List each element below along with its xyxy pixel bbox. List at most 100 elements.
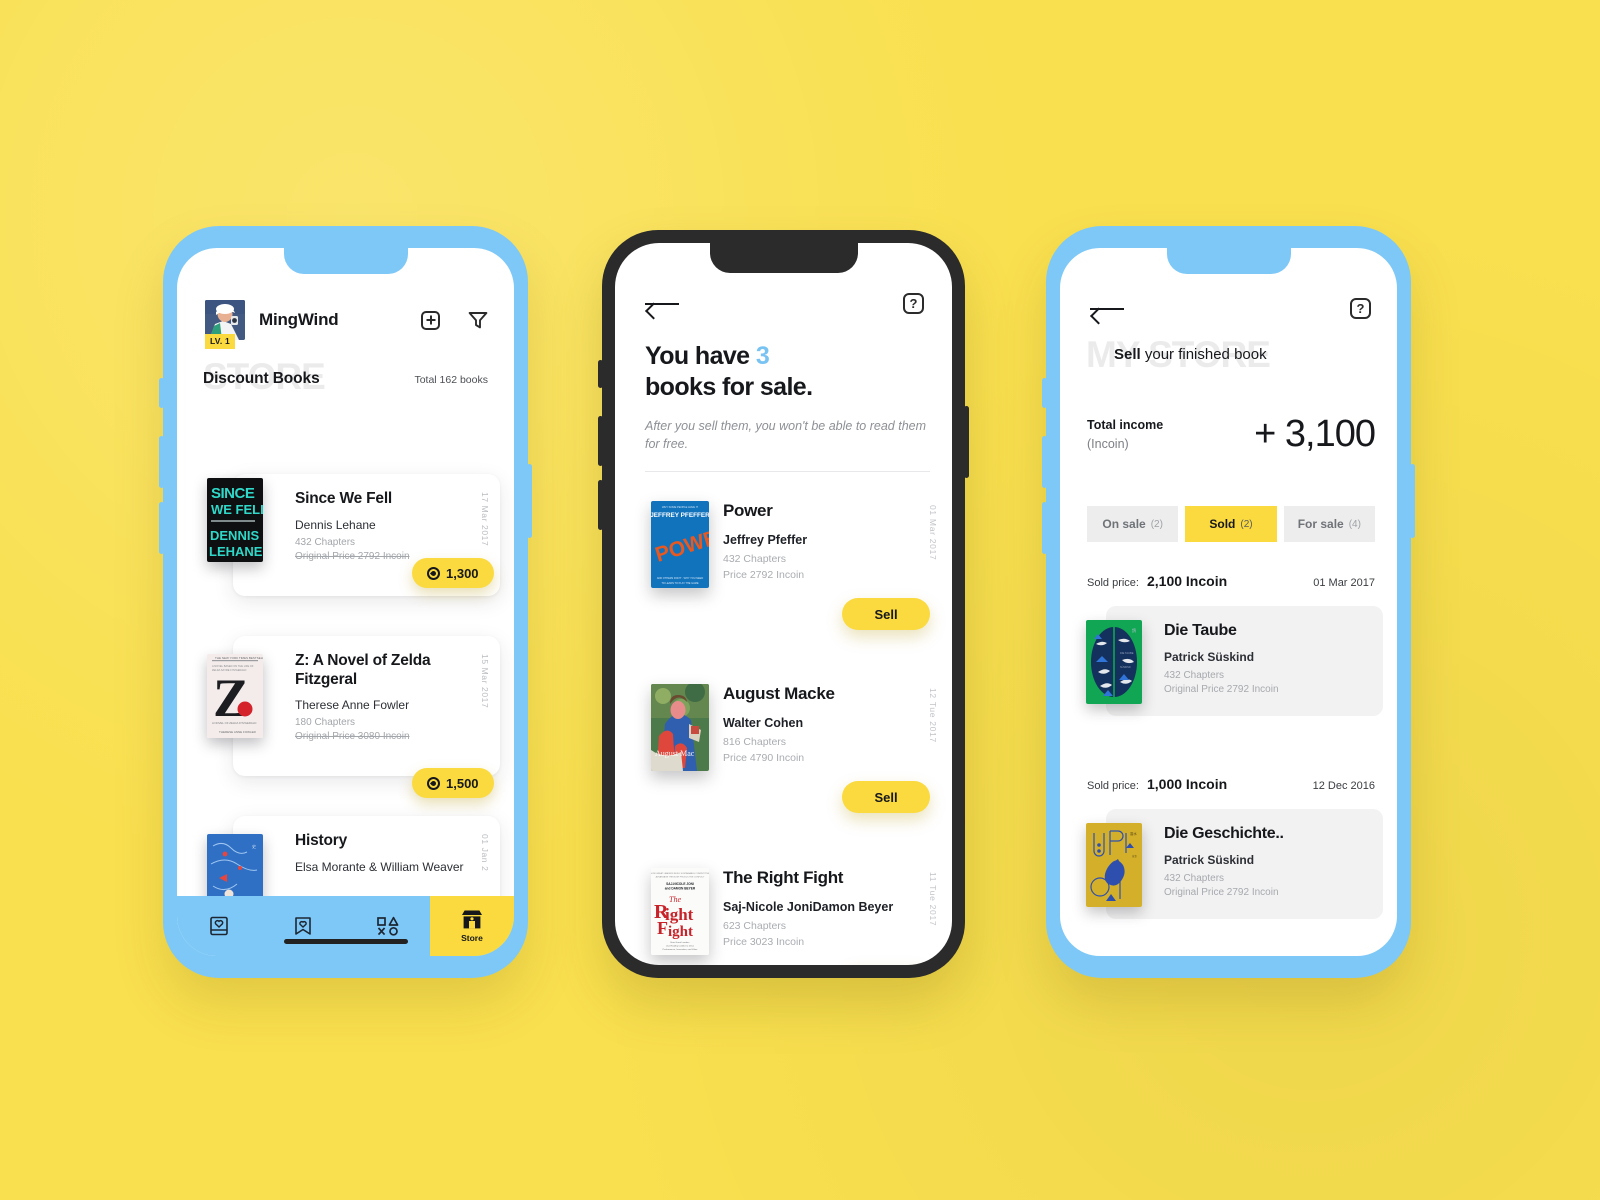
store-user-block[interactable]: LV. 1 MingWind — [205, 300, 339, 349]
book-info: August Macke Walter Cohen 816 Chapters P… — [723, 684, 952, 764]
income-label-text: Total income — [1087, 418, 1164, 433]
plus-square-icon[interactable] — [421, 310, 440, 330]
list-item[interactable]: August Mac August Macke Walter Cohen 816… — [615, 684, 952, 813]
book-info: Die Taube Patrick Süskind 432 Chapters O… — [1106, 606, 1383, 711]
table-row[interactable]: Z: A Novel of Zelda Fitzgeral Therese An… — [233, 636, 500, 776]
table-row[interactable]: 鸽 DIE TAUBE SÜSKIND Die Taube Patrick Sü… — [1086, 606, 1383, 716]
sold-price-amount: 2,100 Incoin — [1146, 573, 1228, 589]
page-title-count: 3 — [755, 342, 770, 370]
phone3-mute-button[interactable] — [1042, 378, 1047, 408]
book-chapters: 432 Chapters — [723, 553, 787, 565]
sidebar-item-library[interactable] — [177, 896, 261, 956]
svg-text:The: The — [669, 895, 681, 904]
book-cover: WHY SOME PEOPLE HAVE IT JEFFREY PFEFFER … — [651, 501, 709, 588]
svg-text:THE NEW YORK TIMES BESTSELLER: THE NEW YORK TIMES BESTSELLER — [215, 656, 263, 660]
book-author: Therese Anne Fowler — [295, 698, 410, 713]
cover-since-we-fell: SINCE WE FELL DENNIS LEHANE — [207, 478, 263, 562]
phone2-mute-button[interactable] — [598, 360, 603, 388]
book-cover: 鸽 DIE TAUBE SÜSKIND — [1086, 620, 1142, 704]
svg-text:How Great Leaders: How Great Leaders — [671, 941, 691, 944]
book-original-price: Original Price 2792 Incoin — [1164, 887, 1279, 898]
page-title-bold: Sell — [1114, 346, 1141, 363]
svg-text:Z: Z — [213, 668, 249, 728]
book-date: 15 Mar 2017 — [480, 654, 490, 709]
book-date: 01 Mar 2017 — [928, 505, 938, 561]
total-income-label: Total income (Incoin) — [1087, 416, 1163, 452]
bottom-tab-bar: Store — [177, 896, 514, 956]
tab-label: For sale — [1297, 517, 1344, 531]
cover-power: WHY SOME PEOPLE HAVE IT JEFFREY PFEFFER … — [651, 501, 709, 588]
svg-text:SAJ-NICOLE JONI: SAJ-NICOLE JONI — [666, 882, 694, 886]
sidebar-item-store[interactable]: Store — [429, 896, 514, 956]
question-mark-icon[interactable]: ? — [903, 293, 924, 314]
cover-august-macke: August Mac — [651, 684, 709, 771]
table-row[interactable]: 香水 故事 Die Geschichte.. Patrick Süskind 4… — [1086, 809, 1383, 919]
svg-text:F: F — [657, 918, 668, 938]
book-title: Power — [723, 501, 773, 520]
book-title: August Macke — [723, 684, 835, 703]
book-author: Jeffrey Pfeffer — [723, 533, 808, 547]
list-item[interactable]: WHY SOME PEOPLE HAVE IT JEFFREY PFEFFER … — [615, 501, 952, 630]
phone2-volume-up-button[interactable] — [598, 416, 603, 466]
tab-count: (4) — [1348, 518, 1361, 530]
tab-on-sale[interactable]: On sale (2) — [1087, 506, 1179, 542]
svg-text:鸽: 鸽 — [1132, 627, 1136, 633]
price-pill[interactable]: 1,500 — [412, 768, 494, 798]
sidebar-item-bookmarks[interactable] — [261, 896, 345, 956]
svg-text:August Mac: August Mac — [655, 749, 695, 758]
tab-sold[interactable]: Sold (2) — [1185, 506, 1277, 542]
sell-button[interactable]: Sell — [842, 598, 930, 630]
phone3-power-button[interactable] — [1410, 464, 1415, 538]
book-date: 17 Mar 2017 — [480, 492, 490, 547]
svg-text:AND OTHERS DON'T · WHY YOU NEE: AND OTHERS DON'T · WHY YOU NEED — [657, 577, 704, 580]
phone3-volume-down-button[interactable] — [1042, 502, 1047, 554]
sold-summary-row: Sold price: 1,000 Incoin 12 Dec 2016 — [1087, 776, 1375, 792]
sell-button[interactable]: Sell — [842, 781, 930, 813]
svg-text:WE FELL: WE FELL — [211, 502, 263, 517]
sold-date: 12 Dec 2016 — [1312, 780, 1375, 792]
store-book-list: Since We Fell Dennis Lehane 432 Chapters… — [177, 426, 514, 956]
phone1-power-button[interactable] — [527, 464, 532, 538]
page-title: You have 3 books for sale. — [645, 341, 932, 402]
book-date: 01 Jan 2 — [480, 834, 490, 872]
list-item[interactable]: HOW GREAT LEADERS BUILD SUSTAINABLE COMP… — [615, 868, 952, 955]
phone1-notch — [283, 248, 408, 274]
phone2-volume-down-button[interactable] — [598, 480, 603, 530]
phone1-volume-down-button[interactable] — [159, 502, 164, 554]
income-unit-text: (Incoin) — [1087, 436, 1129, 451]
phone2-power-button[interactable] — [964, 406, 969, 478]
book-original-price: Original Price 2792 Incoin — [1164, 684, 1279, 695]
book-info: History Elsa Morante & William Weaver — [233, 816, 500, 888]
avatar-wrap[interactable]: LV. 1 — [205, 300, 245, 349]
phone1-mute-button[interactable] — [159, 378, 164, 408]
sidebar-item-discover[interactable] — [346, 896, 430, 956]
back-arrow-icon[interactable] — [1090, 303, 1124, 315]
phone3-volume-up-button[interactable] — [1042, 436, 1047, 488]
book-author: Elsa Morante & William Weaver — [295, 859, 464, 874]
svg-text:SÜSKIND: SÜSKIND — [1120, 666, 1131, 669]
cover-die-taube: 鸽 DIE TAUBE SÜSKIND — [1086, 620, 1142, 704]
book-chapters: 432 Chapters — [1164, 873, 1225, 884]
book-title: Die Geschichte.. — [1164, 825, 1284, 842]
total-income-value: + 3,100 — [1254, 413, 1376, 455]
price-pill[interactable]: 1,300 — [412, 558, 494, 588]
sold-price-label: Sold price: — [1087, 577, 1139, 589]
svg-text:史: 史 — [252, 843, 256, 849]
sidebar-item-label: Store — [461, 933, 483, 943]
svg-text:ADVANTAGE THROUGH PRODUCTIVE C: ADVANTAGE THROUGH PRODUCTIVE CONFLICT — [656, 876, 705, 879]
back-arrow-icon[interactable] — [645, 298, 679, 310]
books-for-sale-screen: ? You have 3 books for sale. After you s… — [615, 243, 952, 965]
book-cover: THE NEW YORK TIMES BESTSELLER A NOVEL BA… — [207, 654, 263, 738]
tab-for-sale[interactable]: For sale (4) — [1283, 506, 1375, 542]
filter-funnel-icon[interactable] — [468, 311, 488, 329]
question-mark-icon[interactable]: ? — [1350, 298, 1371, 319]
sale-header: ? — [645, 293, 924, 314]
book-cover: 香水 故事 — [1086, 823, 1142, 907]
page-title-post: books for sale. — [645, 372, 813, 401]
tab-label: On sale — [1102, 517, 1146, 531]
store-icon — [461, 910, 482, 929]
book-chapters: 180 Chapters — [295, 717, 356, 729]
cover-die-geschichte: 香水 故事 — [1086, 823, 1142, 907]
sold-date: 01 Mar 2017 — [1313, 577, 1375, 589]
phone1-volume-up-button[interactable] — [159, 436, 164, 488]
